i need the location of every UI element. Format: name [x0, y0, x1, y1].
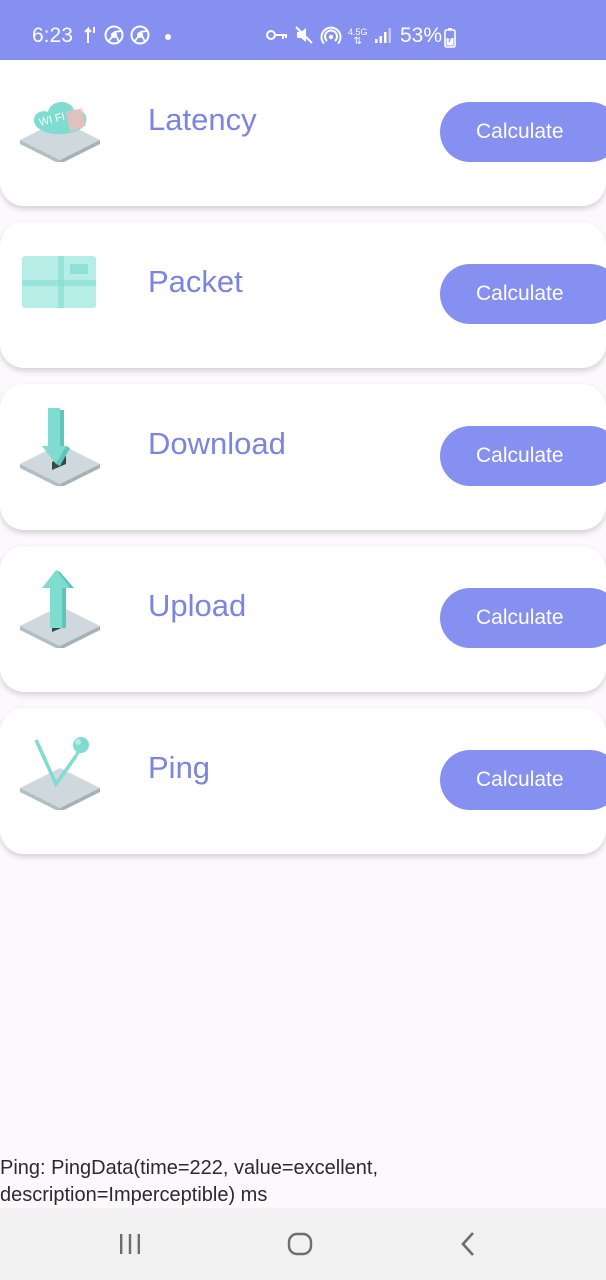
- upload-arrow-icon: [16, 568, 102, 650]
- ping-title: Ping: [148, 750, 211, 785]
- chrome-icon: [130, 25, 150, 50]
- mute-icon: [294, 25, 314, 50]
- download-title: Download: [148, 426, 286, 461]
- data-arrows-icon: ⇅: [353, 36, 362, 47]
- chrome-icon: [104, 25, 124, 50]
- calculate-ping-button[interactable]: Calculate: [440, 750, 606, 810]
- vpn-key-icon: [266, 28, 288, 47]
- status-time: 6:23: [32, 24, 73, 47]
- battery-percent: 53%: [400, 24, 443, 47]
- calculate-download-button[interactable]: Calculate: [440, 426, 606, 486]
- packet-title: Packet: [148, 264, 243, 299]
- download-card: Download Calculate: [0, 384, 606, 530]
- wifi-cloud-icon: WI FI: [16, 82, 102, 164]
- calculate-upload-button[interactable]: Calculate: [440, 588, 606, 648]
- ping-result-text: Ping: PingData(time=222, value=excellent…: [0, 1157, 379, 1206]
- upload-title: Upload: [148, 588, 247, 623]
- calculate-packet-button[interactable]: Calculate: [440, 264, 606, 324]
- status-left-icons: [84, 25, 172, 50]
- recent-apps-icon[interactable]: [110, 1226, 150, 1262]
- data-transfer-icon: [84, 25, 98, 50]
- back-icon[interactable]: [448, 1226, 488, 1262]
- calculate-latency-button[interactable]: Calculate: [440, 102, 606, 162]
- packet-grid-icon: [16, 244, 102, 324]
- ping-card: Ping Calculate: [0, 708, 606, 854]
- network-type-icon: 4.5G ⇅: [348, 28, 368, 47]
- ping-chart-icon: [16, 730, 102, 812]
- signal-icon: [374, 26, 392, 49]
- status-bar: 6:23 4.5G ⇅ 53%: [0, 0, 606, 60]
- download-arrow-icon: [16, 406, 102, 488]
- notification-dot-icon: [164, 28, 172, 46]
- status-right-icons: 4.5G ⇅: [266, 25, 392, 49]
- home-icon[interactable]: [280, 1226, 320, 1262]
- latency-title: Latency: [148, 102, 257, 137]
- upload-card: Upload Calculate: [0, 546, 606, 692]
- hotspot-icon: [320, 25, 342, 50]
- packet-card: Packet Calculate: [0, 222, 606, 368]
- latency-card: WI FI Latency Calculate: [0, 60, 606, 206]
- navigation-bar: [0, 1208, 606, 1280]
- battery-icon: [444, 28, 456, 53]
